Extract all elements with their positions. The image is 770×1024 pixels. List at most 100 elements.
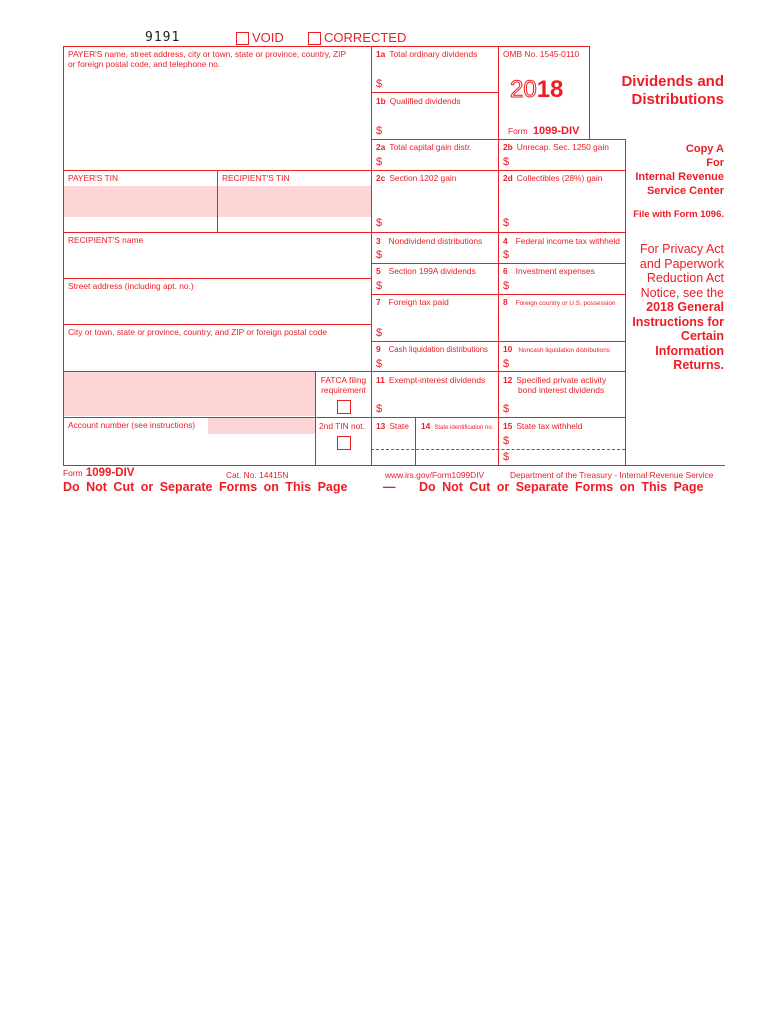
box-1b-input[interactable]	[386, 124, 494, 137]
box-10-input[interactable]	[513, 357, 621, 370]
box-13-input-1[interactable]	[375, 434, 413, 447]
second-tin-checkbox[interactable]	[337, 436, 351, 450]
footer-url[interactable]: www.irs.gov/Form1099DIV	[385, 470, 484, 480]
street-address-label: Street address (including apt. no.)	[68, 281, 194, 291]
box-6-dollar: $	[503, 280, 510, 292]
box-5-input[interactable]	[386, 279, 494, 292]
form-code: 9191	[145, 30, 181, 45]
second-tin-label: 2nd TIN not.	[319, 421, 365, 431]
box-15-dollar-1: $	[503, 435, 510, 447]
box-8-input[interactable]	[503, 312, 621, 338]
box-13-input-2[interactable]	[375, 451, 413, 464]
account-number-input[interactable]	[68, 436, 308, 460]
box-2b-dollar: $	[503, 156, 510, 168]
box-15-input-1[interactable]	[513, 434, 621, 447]
box-2d-label: 2d Collectibles (28%) gain	[503, 173, 603, 183]
box-7-input[interactable]	[386, 326, 494, 339]
box-2b-label: 2b Unrecap. Sec. 1250 gain	[503, 142, 609, 152]
do-not-cut-right: Do Not Cut or Separate Forms on This Pag…	[419, 480, 704, 494]
box-1b-label: 1b Qualified dividends	[376, 96, 461, 106]
box-2a-label: 2a Total capital gain distr.	[376, 142, 472, 152]
box-8-label: 8 Foreign country or U.S. possession	[503, 297, 616, 307]
fatca-label: FATCA filing requirement	[320, 375, 367, 395]
corrected-label: CORRECTED	[324, 30, 407, 45]
corrected-checkbox[interactable]	[308, 32, 321, 45]
box-12-input[interactable]	[513, 402, 621, 415]
box-1a-label: 1a Total ordinary dividends	[376, 49, 478, 59]
box-12-dollar: $	[503, 403, 510, 415]
box-4-input[interactable]	[513, 248, 621, 261]
box-15-input-2[interactable]	[513, 451, 621, 464]
box-1a-dollar: $	[376, 78, 383, 90]
copy-a-heading: Copy A For Internal Revenue Service Cent…	[635, 143, 724, 197]
box-2a-dollar: $	[376, 156, 383, 168]
box-3-input[interactable]	[386, 248, 494, 261]
box-3-dollar: $	[376, 249, 383, 261]
box-2c-input[interactable]	[386, 216, 494, 229]
box-2c-dollar: $	[376, 217, 383, 229]
box-12-label: 12 Specified private activity bond intere…	[503, 375, 607, 395]
payer-tin-label: PAYER'S TIN	[68, 173, 118, 183]
box-11-label: 11 Exempt-interest dividends	[376, 375, 486, 385]
void-checkbox[interactable]	[236, 32, 249, 45]
payer-tin-input-area[interactable]	[64, 186, 217, 217]
box-10-dollar: $	[503, 358, 510, 370]
box-9-label: 9 Cash liquidation distributions	[376, 344, 488, 354]
account-number-label: Account number (see instructions)	[68, 420, 196, 430]
street-address-input[interactable]	[68, 296, 366, 320]
account-number-input-area[interactable]	[208, 417, 315, 434]
privacy-notice: For Privacy Act and Paperwork Reduction …	[632, 242, 724, 372]
void-label: VOID	[252, 30, 284, 45]
file-with-1096: File with Form 1096.	[633, 209, 724, 220]
box-10-label: 10 Noncash liquidation distributions	[503, 344, 610, 354]
fatca-pink-area	[64, 372, 315, 416]
recipient-tin-label: RECIPIENT'S TIN	[222, 173, 290, 183]
box-5-label: 5 Section 199A dividends	[376, 266, 476, 276]
city-label: City or town, state or province, country…	[68, 327, 327, 337]
tax-year-bold: 18	[536, 76, 564, 103]
recipient-name-label: RECIPIENT'S name	[68, 235, 144, 245]
footer-department: Department of the Treasury - Internal Re…	[510, 470, 714, 480]
box-9-input[interactable]	[386, 357, 494, 370]
box-15-label: 15 State tax withheld	[503, 421, 583, 431]
payer-name-label-2: or foreign postal code, and telephone no…	[68, 59, 221, 69]
box-5-dollar: $	[376, 280, 383, 292]
footer-cat-no: Cat. No. 14415N	[226, 470, 289, 480]
box-1a-input[interactable]	[386, 77, 494, 90]
box-2d-input[interactable]	[513, 216, 621, 229]
fatca-checkbox[interactable]	[337, 400, 351, 414]
box-14-input-2[interactable]	[420, 451, 494, 464]
box-11-dollar: $	[376, 403, 383, 415]
box-13-label: 13 State	[376, 421, 409, 431]
tax-year-outline: 20	[510, 76, 538, 103]
recipient-name-input[interactable]	[68, 250, 366, 274]
city-input[interactable]	[68, 342, 366, 366]
box-1b-dollar: $	[376, 125, 383, 137]
box-2a-input[interactable]	[386, 155, 494, 168]
box-3-label: 3 Nondividend distributions	[376, 236, 483, 246]
box-14-input-1[interactable]	[420, 434, 494, 447]
box-6-label: 6 Investment expenses	[503, 266, 595, 276]
box-4-dollar: $	[503, 249, 510, 261]
box-2d-dollar: $	[503, 217, 510, 229]
box-7-dollar: $	[376, 327, 383, 339]
payer-name-label: PAYER'S name, street address, city or to…	[68, 49, 347, 59]
do-not-cut-dash: —	[383, 480, 396, 494]
box-15-dollar-2: $	[503, 451, 510, 463]
box-14-label: 14 State identification no.	[421, 421, 494, 431]
box-2b-input[interactable]	[513, 155, 621, 168]
payer-name-input[interactable]	[68, 74, 366, 164]
box-9-dollar: $	[376, 358, 383, 370]
do-not-cut-left: Do Not Cut or Separate Forms on This Pag…	[63, 480, 348, 494]
box-7-label: 7 Foreign tax paid	[376, 297, 449, 307]
box-6-input[interactable]	[513, 279, 621, 292]
footer-form-name: Form 1099-DIV	[63, 467, 135, 479]
recipient-tin-input-area[interactable]	[218, 186, 371, 217]
box-2c-label: 2c Section 1202 gain	[376, 173, 457, 183]
box-4-label: 4 Federal income tax withheld	[503, 236, 620, 246]
form-title: Dividends and Distributions	[621, 73, 724, 108]
tax-year: 2018	[510, 76, 564, 103]
box-11-input[interactable]	[386, 402, 494, 415]
omb-form-name: Form 1099-DIV	[508, 125, 580, 137]
omb-number: OMB No. 1545-0110	[503, 49, 580, 59]
